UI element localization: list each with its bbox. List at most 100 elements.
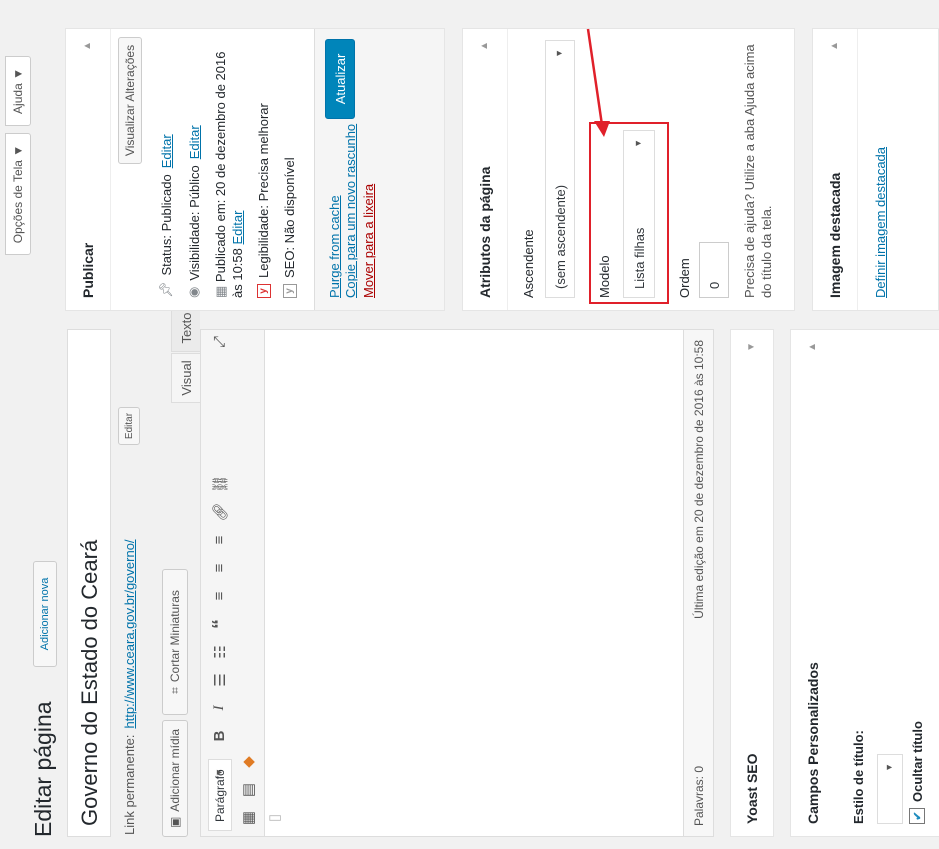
align-left-icon[interactable]: ≡ <box>211 586 228 606</box>
status-edit-link[interactable]: Editar <box>159 134 174 168</box>
permalink-url[interactable]: http://www.ceara.gov.br/governo/ <box>122 539 137 728</box>
add-new-button[interactable]: Adicionar nova <box>33 561 57 667</box>
screen-options-button[interactable]: Opções de Tela ▼ <box>5 133 31 255</box>
visibility-edit-link[interactable]: Editar <box>187 125 202 159</box>
checkbox-checked-icon[interactable]: ✔ <box>909 808 925 824</box>
unlink-icon[interactable]: ⛓︎ <box>211 474 229 494</box>
align-right-icon[interactable]: ≡ <box>211 530 228 550</box>
seo-text: SEO: Não disponível <box>282 157 297 278</box>
fullscreen-icon[interactable]: ⤢ <box>211 332 228 352</box>
title-style-select[interactable]: ▼ <box>877 754 903 824</box>
permalink-row: Link permanente: http://www.ceara.gov.br… <box>122 539 137 835</box>
permalink-label: Link permanente: <box>122 734 137 835</box>
bold-icon[interactable]: B <box>211 726 228 746</box>
title-style-label: Estilo de título: <box>851 730 866 824</box>
readability-text: Legibilidade: Precisa melhorar <box>256 103 271 278</box>
crop-thumbnails-button[interactable]: ⌗ Cortar Miniaturas <box>162 569 188 715</box>
pin-icon: 📌︎ <box>158 281 173 298</box>
page-title: Editar página <box>30 701 56 837</box>
hide-title-label: Ocultar título <box>909 721 925 802</box>
yoast-seo-icon: y <box>282 284 297 298</box>
word-count: Palavras: 0 <box>692 765 706 826</box>
published-edit-link[interactable]: Editar <box>230 211 245 245</box>
table-icon[interactable]: ▤ <box>239 780 257 800</box>
template-label: Modelo <box>597 255 612 298</box>
format-select[interactable]: Parágrafo ▼ <box>208 759 232 831</box>
bullet-list-icon[interactable]: ☰ <box>211 670 229 690</box>
visibility-text: Visibilidade: Público <box>186 165 202 281</box>
toggle-arrow-icon[interactable]: ▲ <box>82 41 93 51</box>
parent-label: Ascendente <box>521 229 536 298</box>
add-media-label: Adicionar mídia <box>168 728 182 812</box>
copy-draft-link[interactable]: Copie para um novo rascunho <box>343 124 358 298</box>
readability-row: y Legibilidade: Precisa melhorar <box>256 103 271 298</box>
purge-cache-link[interactable]: Purge from cache <box>327 195 342 298</box>
hide-title-row: ✔ Ocultar título <box>909 721 925 824</box>
trash-link[interactable]: Mover para a lixeira <box>361 184 376 298</box>
page-attributes-box: Atributos da página ▲ Ascendente (sem as… <box>462 28 795 311</box>
published-row: ▦ Publicado em: 20 de dezembro de 2016 à… <box>212 40 246 298</box>
featured-image-box: Imagem destacada ▲ Definir imagem destac… <box>812 28 939 311</box>
chevron-down-icon: ▼ <box>633 139 643 148</box>
link-icon[interactable]: 🔗︎ <box>211 502 229 522</box>
preview-changes-button[interactable]: Visualizar Alterações <box>118 37 142 164</box>
publish-actions: Purge from cache Copie para um novo rasc… <box>314 29 444 310</box>
toggle-arrow-icon[interactable]: ▲ <box>829 41 840 51</box>
yoast-seo-box: Yoast SEO ▼ <box>730 329 774 837</box>
set-featured-image-link[interactable]: Definir imagem destacada <box>873 147 888 298</box>
chevron-down-icon: ▼ <box>214 768 224 777</box>
template-select[interactable]: Lista filhas ▼ <box>623 130 655 298</box>
status-row: 📌︎ Status: Publicado Editar <box>158 134 174 298</box>
yoast-seo-title[interactable]: Yoast SEO <box>744 753 760 824</box>
plugin-icon[interactable]: ◆ <box>239 752 257 772</box>
crop-thumbnails-label: Cortar Miniaturas <box>168 590 182 683</box>
add-media-button[interactable]: ▣ Adicionar mídia <box>162 720 188 837</box>
page-attributes-help: Precisa de ajuda? Utilize a aba Ajuda ac… <box>742 44 774 298</box>
toggle-arrow-icon[interactable]: ▲ <box>807 342 818 352</box>
custom-fields-title[interactable]: Campos Personalizados <box>805 662 821 824</box>
format-value: Parágrafo <box>213 769 227 822</box>
order-label: Ordem <box>677 258 692 298</box>
post-title-input[interactable]: Governo do Estado do Ceará <box>67 329 111 837</box>
featured-image-title[interactable]: Imagem destacada <box>827 173 843 298</box>
order-input[interactable]: 0 <box>699 242 729 298</box>
edit-slug-button[interactable]: Editar <box>118 407 140 445</box>
tab-text[interactable]: Texto <box>171 304 200 352</box>
tab-visual[interactable]: Visual <box>171 353 200 403</box>
update-button[interactable]: Atualizar <box>325 39 355 119</box>
page-attributes-title[interactable]: Atributos da página <box>477 167 493 298</box>
paste-icon[interactable]: ▯ <box>265 808 283 828</box>
editor-toolbar: Parágrafo ▼ B I ☰ ☷ “ ≡ ≡ ≡ 🔗︎ ⛓︎ ⤢ ▦ ▤ … <box>201 330 283 836</box>
align-center-icon[interactable]: ≡ <box>211 558 228 578</box>
calendar-icon: ▦ <box>213 285 228 298</box>
blockquote-icon[interactable]: “ <box>209 614 232 634</box>
parent-value: (sem ascendente) <box>552 184 568 289</box>
crop-icon: ⌗ <box>167 687 182 694</box>
order-value: 0 <box>706 281 722 289</box>
help-button[interactable]: Ajuda ▼ <box>5 56 31 126</box>
publish-title[interactable]: Publicar <box>80 243 96 298</box>
italic-icon[interactable]: I <box>211 698 228 718</box>
eye-icon: ◉ <box>186 286 201 298</box>
admin-screen: Opções de Tela ▼ Ajuda ▼ Editar página A… <box>0 0 939 849</box>
toolbar-toggle-icon[interactable]: ▦ <box>239 808 257 828</box>
seo-row: y SEO: Não disponível <box>282 157 297 298</box>
status-text: Status: Publicado <box>158 174 174 276</box>
media-icon: ▣ <box>168 816 182 829</box>
template-value: Lista filhas <box>631 227 647 289</box>
editor-area[interactable]: Parágrafo ▼ B I ☰ ☷ “ ≡ ≡ ≡ 🔗︎ ⛓︎ ⤢ ▦ ▤ … <box>200 329 684 837</box>
custom-fields-box: Campos Personalizados ▲ Estilo de título… <box>790 329 939 837</box>
toggle-arrow-icon[interactable]: ▲ <box>479 41 490 51</box>
editor-status-bar: Palavras: 0 Última edição em 20 de dezem… <box>684 329 714 837</box>
published-text: Publicado em: 20 de dezembro de 2016 às … <box>213 51 245 298</box>
visibility-row: ◉ Visibilidade: Público Editar <box>186 125 202 298</box>
numbered-list-icon[interactable]: ☷ <box>211 642 229 662</box>
chevron-down-icon: ▼ <box>554 49 564 58</box>
toggle-arrow-icon[interactable]: ▼ <box>746 342 757 352</box>
publish-box: Publicar ▲ Visualizar Alterações 📌︎ Stat… <box>65 28 445 311</box>
chevron-down-icon: ▼ <box>884 763 894 772</box>
yoast-readability-icon: y <box>256 284 271 298</box>
annotation-arrow-icon <box>586 28 610 137</box>
parent-select[interactable]: (sem ascendente) ▼ <box>545 40 575 298</box>
last-edit-info: Última edição em 20 de dezembro de 2016 … <box>692 340 706 619</box>
